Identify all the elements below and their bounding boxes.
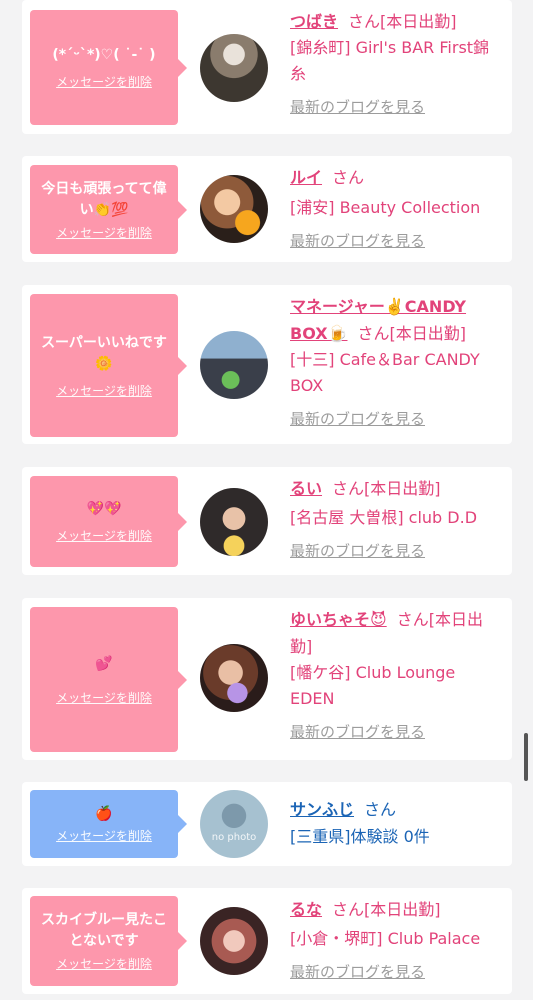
delete-message-link[interactable]: メッセージを削除 — [56, 955, 152, 972]
honorific: さん — [396, 610, 429, 629]
honorific: さん — [332, 168, 365, 187]
delete-message-link[interactable]: メッセージを削除 — [56, 73, 152, 90]
message-bubble: 🍎 メッセージを削除 — [30, 790, 187, 858]
shop-link[interactable]: [三重県]体験談 0件 — [290, 824, 500, 850]
message-bubble: スーパーいいねです🌼 メッセージを削除 — [30, 294, 187, 437]
no-photo-label: no photo — [211, 831, 257, 843]
latest-blog-link[interactable]: 最新のブログを見る — [290, 961, 500, 983]
status-label: [本日出勤] — [389, 324, 467, 343]
message-bubble: スカイブルー見たことないです メッセージを削除 — [30, 896, 187, 986]
message-bubble: 今日も頑張ってて偉い👏💯 メッセージを削除 — [30, 165, 187, 254]
honorific: さん — [332, 479, 365, 498]
cast-avatar[interactable] — [200, 644, 268, 712]
cast-info: マネージャー✌️CANDY BOX🍺 さん[本日出勤] [十三] Cafe＆Bar… — [290, 293, 500, 430]
cast-name-link[interactable]: サンふじ — [290, 800, 354, 819]
latest-blog-link[interactable]: 最新のブログを見る — [290, 96, 500, 118]
cast-name-link[interactable]: つばき — [290, 12, 338, 31]
shop-link[interactable]: [名古屋 大曽根] club D.D — [290, 505, 500, 531]
delete-message-link[interactable]: メッセージを削除 — [56, 224, 152, 241]
delete-message-link[interactable]: メッセージを削除 — [56, 689, 152, 706]
status-label: [本日出勤] — [364, 479, 441, 498]
honorific: さん — [357, 324, 390, 343]
latest-blog-link[interactable]: 最新のブログを見る — [290, 721, 500, 743]
delete-message-link[interactable]: メッセージを削除 — [56, 382, 152, 399]
delete-message-link[interactable]: メッセージを削除 — [56, 827, 152, 844]
message-card: 🍎 メッセージを削除 no photo サンふじ さん [三重県]体験談 0件 — [22, 782, 512, 866]
cast-info: るな さん[本日出勤] [小倉・堺町] Club Palace 最新のブログを見る — [290, 896, 500, 983]
message-text: スカイブルー見たことないです — [41, 912, 167, 949]
cast-avatar[interactable] — [200, 331, 268, 399]
cast-info: ルイ さん [浦安] Beauty Collection 最新のブログを見る — [290, 164, 500, 252]
status-label: [本日出勤] — [364, 900, 441, 919]
message-text: (*ˊᵕˋ*)♡( ˙-˙ ) — [52, 47, 156, 63]
message-card: 💖💖 メッセージを削除 るい さん[本日出勤] [名古屋 大曽根] club D.… — [22, 467, 512, 575]
shop-link[interactable]: [浦安] Beauty Collection — [290, 195, 500, 221]
status-label: [本日出勤] — [380, 12, 457, 31]
cast-name-link[interactable]: るな — [290, 900, 322, 919]
honorific: さん — [332, 900, 365, 919]
message-card: (*ˊᵕˋ*)♡( ˙-˙ ) メッセージを削除 つばき さん[本日出勤] [錦糸… — [22, 0, 512, 134]
cast-info: つばき さん[本日出勤] [錦糸町] Girl's BAR First錦糸 最新の… — [290, 8, 500, 118]
latest-blog-link[interactable]: 最新のブログを見る — [290, 540, 500, 562]
message-card: 今日も頑張ってて偉い👏💯 メッセージを削除 ルイ さん [浦安] Beauty C… — [22, 156, 512, 262]
honorific: さん — [364, 800, 397, 819]
message-text: 💖💖 — [86, 501, 122, 517]
honorific: さん — [348, 12, 381, 31]
message-bubble: 💖💖 メッセージを削除 — [30, 476, 187, 567]
no-photo-avatar-icon[interactable]: no photo — [200, 790, 268, 858]
cast-avatar[interactable] — [200, 488, 268, 556]
cast-avatar[interactable] — [200, 907, 268, 975]
message-card: スカイブルー見たことないです メッセージを削除 るな さん[本日出勤] [小倉・堺… — [22, 888, 512, 994]
message-card: スーパーいいねです🌼 メッセージを削除 マネージャー✌️CANDY BOX🍺 さん… — [22, 285, 512, 444]
latest-blog-link[interactable]: 最新のブログを見る — [290, 230, 500, 252]
latest-blog-link[interactable]: 最新のブログを見る — [290, 408, 500, 430]
message-text: 今日も頑張ってて偉い👏💯 — [41, 180, 167, 218]
cast-info: サンふじ さん [三重県]体験談 0件 — [290, 796, 500, 850]
message-text: スーパーいいねです🌼 — [41, 334, 167, 372]
message-text: 💕 — [95, 655, 113, 672]
cast-info: るい さん[本日出勤] [名古屋 大曽根] club D.D 最新のブログを見る — [290, 475, 500, 562]
shop-link[interactable]: [錦糸町] Girl's BAR First錦糸 — [290, 35, 500, 87]
message-card: 💕 メッセージを削除 ゆいちゃそ😈 さん[本日出勤] [幡ケ谷] Club Lou… — [22, 598, 512, 760]
shop-link[interactable]: [幡ケ谷] Club Lounge EDEN — [290, 660, 500, 712]
message-bubble: 💕 メッセージを削除 — [30, 607, 187, 752]
delete-message-link[interactable]: メッセージを削除 — [56, 527, 152, 544]
shop-link[interactable]: [十三] Cafe＆Bar CANDY BOX — [290, 347, 500, 399]
cast-avatar[interactable] — [200, 175, 268, 243]
cast-name-link[interactable]: るい — [290, 479, 322, 498]
message-bubble: (*ˊᵕˋ*)♡( ˙-˙ ) メッセージを削除 — [30, 10, 187, 125]
cast-info: ゆいちゃそ😈 さん[本日出勤] [幡ケ谷] Club Lounge EDEN 最新… — [290, 606, 500, 743]
cast-name-link[interactable]: ゆいちゃそ😈 — [290, 610, 387, 629]
scrollbar-thumb[interactable] — [524, 733, 528, 781]
cast-avatar[interactable] — [200, 34, 268, 102]
shop-link[interactable]: [小倉・堺町] Club Palace — [290, 926, 500, 952]
message-text: 🍎 — [95, 806, 113, 822]
cast-name-link[interactable]: ルイ — [290, 168, 322, 187]
